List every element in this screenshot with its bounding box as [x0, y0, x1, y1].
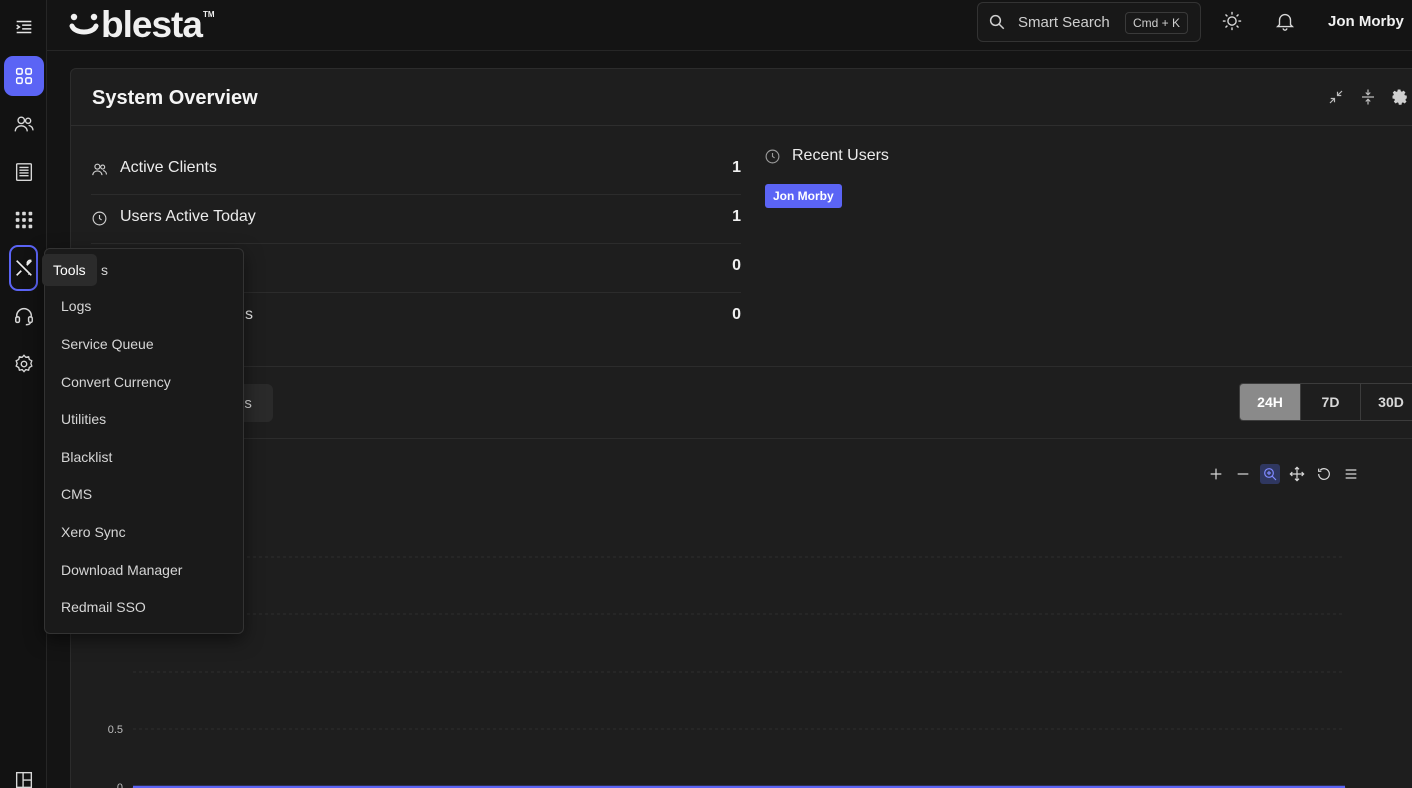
logo-mark-icon [69, 4, 99, 38]
recent-user-badge[interactable]: Jon Morby [765, 184, 842, 208]
menu-item-convert-currency[interactable]: Convert Currency [61, 374, 171, 390]
panel-settings-icon[interactable] [1391, 88, 1409, 106]
panel-header: System Overview [71, 69, 1412, 126]
y-tick-label: 0.5 [108, 724, 123, 736]
range-24h-button[interactable]: 24H [1240, 384, 1301, 420]
invoice-icon [15, 163, 33, 181]
recent-users-title: Recent Users [792, 147, 889, 164]
sidebar-item-settings[interactable] [4, 344, 44, 384]
search-shortcut: Cmd + K [1124, 12, 1188, 34]
app-root: blesta TM Smart Search Cmd + K Jon Morby… [0, 0, 1412, 788]
clock-icon [765, 149, 780, 164]
menu-item-cms[interactable]: CMS [61, 486, 92, 502]
bell-icon[interactable] [1274, 10, 1296, 32]
sidebar-item-dashboard[interactable] [4, 56, 44, 96]
range-30d-button[interactable]: 30D [1361, 384, 1412, 420]
stat-value: 0 [732, 257, 741, 274]
search-icon [989, 14, 1005, 30]
sidebar-item-support[interactable] [4, 296, 44, 336]
menu-item-xero-sync[interactable]: Xero Sync [61, 524, 126, 540]
menu-item-service-queue[interactable]: Service Queue [61, 336, 154, 352]
y-tick-label: 0 [117, 782, 123, 788]
range-selector: 24H 7D 30D [1239, 383, 1412, 421]
user-menu[interactable]: Jon Morby [1328, 13, 1404, 30]
grid-icon [15, 67, 33, 85]
system-overview-panel: System Overview Active Clients 1 Users A… [70, 68, 1412, 788]
clock-icon [92, 211, 107, 226]
tools-tooltip: Tools [42, 254, 97, 286]
smart-search[interactable]: Smart Search Cmd + K [977, 2, 1201, 42]
menu-item-utilities[interactable]: Utilities [61, 411, 106, 427]
stat-value: 1 [732, 208, 741, 225]
logo-text: blesta [101, 4, 203, 45]
menu-item-download-manager[interactable]: Download Manager [61, 562, 182, 578]
menu-item-blacklist[interactable]: Blacklist [61, 449, 112, 465]
logo-tm: TM [202, 10, 215, 19]
tools-icon [15, 259, 32, 276]
sidebar-item-billing[interactable] [4, 152, 44, 192]
menu-item-partial[interactable]: s [101, 262, 108, 278]
stat-label: Users Active Today [120, 208, 256, 225]
stat-label: Active Clients [120, 159, 217, 176]
blesta-logo[interactable]: blesta TM [69, 4, 215, 46]
gear-icon [15, 354, 33, 373]
collapse-icon[interactable] [1359, 88, 1377, 106]
sidebar-item-tools[interactable] [9, 245, 38, 291]
stat-row-users-active-today: Users Active Today 1 [91, 195, 741, 244]
headset-icon [15, 308, 33, 326]
users-icon [92, 163, 108, 176]
left-rail [0, 0, 47, 788]
users-icon [14, 116, 34, 132]
layout-toggle-icon[interactable] [4, 760, 44, 788]
stat-row-active-clients: Active Clients 1 [91, 146, 741, 195]
sidebar-item-clients[interactable] [4, 104, 44, 144]
theme-toggle-icon[interactable] [1221, 10, 1243, 32]
activity-chart: 0.50Jul 30Jul 31Aug 1Aug 2Aug 3Aug 4Aug … [71, 469, 1412, 788]
stat-label: s [245, 306, 253, 323]
menu-toggle-icon[interactable] [4, 7, 44, 47]
menu-item-logs[interactable]: Logs [61, 298, 91, 314]
menu-item-redmail-sso[interactable]: Redmail SSO [61, 599, 146, 615]
chart-canvas: 0.50Jul 30Jul 31Aug 1Aug 2Aug 3Aug 4Aug … [108, 556, 1346, 788]
top-bar: blesta TM Smart Search Cmd + K Jon Morby [47, 0, 1412, 51]
apps-icon [15, 211, 33, 229]
range-7d-button[interactable]: 7D [1301, 384, 1361, 420]
divider [71, 366, 1412, 367]
divider [71, 438, 1412, 439]
stat-value: 1 [732, 159, 741, 176]
sidebar-item-packages[interactable] [4, 200, 44, 240]
tools-flyout-menu: s Logs Service Queue Convert Currency Ut… [44, 248, 244, 634]
page-title: System Overview [92, 87, 258, 109]
search-label: Smart Search [1018, 13, 1110, 31]
minimize-icon[interactable] [1327, 88, 1345, 106]
stat-value: 0 [732, 306, 741, 323]
